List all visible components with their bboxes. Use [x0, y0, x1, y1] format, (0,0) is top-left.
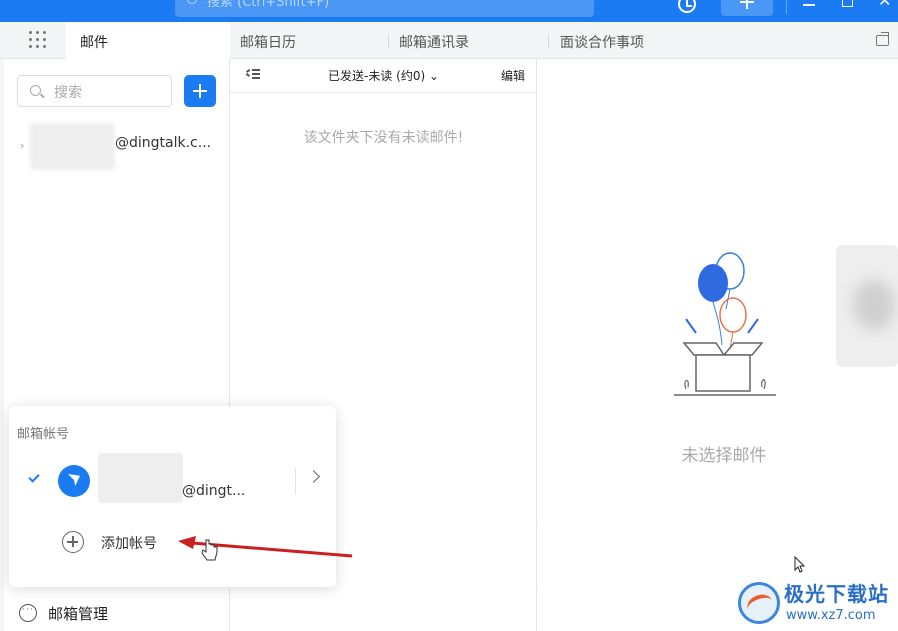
- account-popup-title: 邮箱帐号: [17, 427, 70, 442]
- sidebar-search-input[interactable]: 搜索: [17, 75, 172, 107]
- titlebar-divider: [786, 0, 787, 14]
- watermark-logo: [738, 582, 780, 624]
- watermark-url: www.xz7.com: [786, 608, 876, 623]
- mailbox-manage-label: 邮箱管理: [48, 605, 109, 623]
- search-icon: [30, 85, 41, 96]
- chevron-down-icon: ⌄: [428, 69, 440, 83]
- tab-divider: [388, 34, 389, 48]
- empty-folder-message: 该文件夹下没有未读邮件!: [303, 130, 464, 146]
- tab-meeting-items[interactable]: 面谈合作事项: [560, 32, 644, 52]
- tab-divider: [548, 34, 549, 48]
- empty-balloons-illustration: [674, 252, 776, 396]
- maximize-icon[interactable]: [842, 0, 853, 7]
- watermark: 极光下载站 www.xz7.com: [738, 578, 894, 628]
- popup-account-email[interactable]: @dingt...: [182, 483, 245, 499]
- account-avatar[interactable]: [58, 465, 90, 497]
- title-bar: 搜索 (Ctrl+Shift+F) ✕: [0, 0, 898, 22]
- blurred-account-name: [30, 123, 115, 170]
- app-tabs-bar: 邮件 邮箱日历 邮箱通讯录 面谈合作事项: [0, 22, 898, 59]
- reading-pane: 未选择邮件: [538, 59, 898, 631]
- more-circle-icon: ···: [19, 604, 37, 622]
- sidebar-account-email[interactable]: @dingtalk.c...: [115, 135, 211, 151]
- global-search-placeholder: 搜索 (Ctrl+Shift+F): [207, 0, 330, 10]
- add-circle-icon[interactable]: [62, 531, 84, 553]
- new-plus-button[interactable]: [721, 0, 773, 16]
- folder-title[interactable]: 已发送-未读 (约0) ⌄: [328, 67, 439, 84]
- minimize-icon[interactable]: [803, 4, 815, 6]
- no-mail-selected-text: 未选择邮件: [681, 446, 767, 466]
- popup-divider: [295, 468, 296, 494]
- global-search-input[interactable]: 搜索 (Ctrl+Shift+F): [175, 0, 594, 17]
- history-icon[interactable]: [678, 0, 696, 13]
- compose-button[interactable]: [184, 75, 216, 107]
- mouse-cursor-icon: [794, 556, 806, 573]
- watermark-name: 极光下载站: [784, 582, 889, 606]
- check-icon: [28, 471, 40, 483]
- annotation-arrow: [178, 536, 353, 561]
- chevron-right-icon[interactable]: ›: [20, 139, 24, 152]
- tab-contacts[interactable]: 邮箱通讯录: [399, 32, 469, 52]
- chevron-right-icon[interactable]: [307, 470, 320, 483]
- tab-calendar[interactable]: 邮箱日历: [240, 32, 296, 52]
- apps-grid-icon[interactable]: [29, 31, 46, 48]
- search-icon: [187, 0, 197, 4]
- popout-icon[interactable]: [876, 32, 889, 46]
- mail-list-header: 已发送-未读 (约0) ⌄ 编辑: [230, 59, 537, 93]
- blurred-side-panel: [836, 245, 898, 367]
- list-toggle-icon[interactable]: [245, 68, 260, 80]
- blurred-account-name: [98, 453, 183, 503]
- sidebar-search-placeholder: 搜索: [54, 85, 82, 101]
- edit-button[interactable]: 编辑: [501, 67, 525, 84]
- sidebar-edge: [0, 59, 4, 631]
- tab-mail[interactable]: 邮件: [80, 32, 108, 52]
- close-icon[interactable]: ✕: [878, 0, 892, 10]
- add-account-button[interactable]: 添加帐号: [101, 533, 157, 553]
